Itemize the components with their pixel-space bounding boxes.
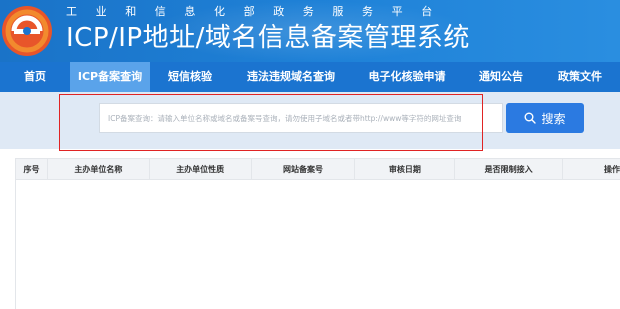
column-header-access-restricted: 是否限制接入 (455, 159, 564, 180)
column-header-organizer-type: 主办单位性质 (150, 159, 252, 180)
nav-item-home[interactable]: 首页 (0, 62, 70, 92)
nav-item-icp-query[interactable]: ICP备案查询 (70, 62, 150, 92)
system-title: ICP/IP地址/域名信息备案管理系统 (66, 23, 470, 53)
search-icon (524, 112, 537, 124)
nav-item-e-verify[interactable]: 电子化核验申请 (352, 62, 462, 92)
column-header-organizer-name: 主办单位名称 (48, 159, 150, 180)
column-header-actions: 操作 (604, 165, 620, 174)
column-header-index: 序号 (16, 159, 48, 180)
search-band: 搜索 (0, 92, 620, 149)
nav-item-sms-verify[interactable]: 短信核验 (150, 62, 230, 92)
nav-item-illegal-domain[interactable]: 违法违规域名查询 (230, 62, 352, 92)
main-nav: 首页 ICP备案查询 短信核验 违法违规域名查询 电子化核验申请 通知公告 政策… (0, 62, 620, 92)
miit-logo-icon (2, 6, 52, 56)
search-input[interactable] (99, 103, 503, 133)
search-button[interactable]: 搜索 (506, 103, 584, 133)
column-header-review-date: 审核日期 (355, 159, 456, 180)
nav-item-policy[interactable]: 政策文件 (540, 62, 620, 92)
nav-item-notices[interactable]: 通知公告 (462, 62, 540, 92)
table-header: 序号 主办单位名称 主办单位性质 网站备案号 审核日期 是否限制接入 操作 (16, 158, 620, 180)
results-table: 序号 主办单位名称 主办单位性质 网站备案号 审核日期 是否限制接入 操作 (15, 158, 620, 309)
search-button-label: 搜索 (541, 111, 566, 126)
column-header-record-number: 网站备案号 (252, 159, 356, 180)
site-header: 工业和信息化部政务服务平台 ICP/IP地址/域名信息备案管理系统 (0, 0, 620, 62)
